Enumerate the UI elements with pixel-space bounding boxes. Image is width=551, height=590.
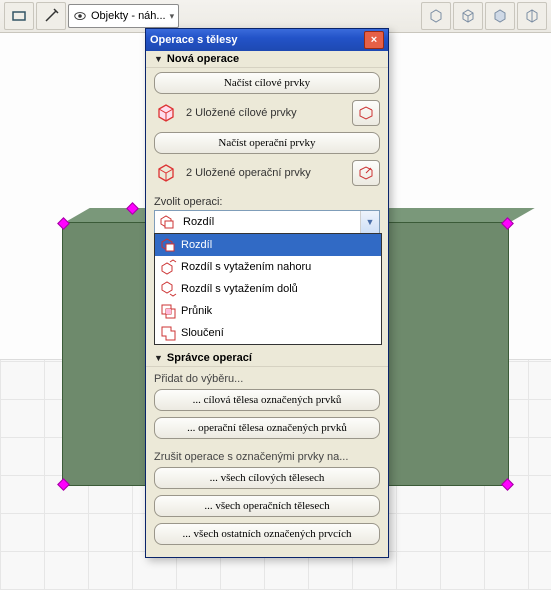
pick-ops-button[interactable] [352,160,380,186]
close-button[interactable]: × [364,31,384,49]
option-label: Průnik [181,305,212,317]
dialog-title: Operace s tělesy [150,34,237,46]
option-label: Rozdíl s vytažením dolů [181,283,298,295]
diff-up-icon [157,258,179,276]
cancel-operations-label: Zrušit operace s označenými prvky na... [154,445,380,467]
triangle-down-icon: ▼ [154,353,163,363]
triangle-down-icon: ▼ [154,54,163,64]
cancel-on-all-ops-button[interactable]: ... všech operačních tělesech [154,495,380,517]
view-cube-2-button[interactable] [453,2,483,30]
view-cube-1-button[interactable] [421,2,451,30]
cancel-on-all-others-button[interactable]: ... všech ostatních označených prvcích [154,523,380,545]
option-label: Rozdíl s vytažením nahoru [181,261,311,273]
choose-operation-label: Zvolit operaci: [154,192,380,210]
section-header-label: Správce operací [167,352,252,364]
option-difference-extrude-down[interactable]: Rozdíl s vytažením dolů [155,278,381,300]
option-difference[interactable]: Rozdíl [155,234,381,256]
add-to-selection-label: Přidat do výběru... [154,371,380,389]
stored-ops-text: 2 Uložené operační prvky [186,167,346,179]
option-difference-extrude-up[interactable]: Rozdíl s vytažením nahoru [155,256,381,278]
section-header-new-operation[interactable]: ▼ Nová operace [146,51,388,68]
operation-manager-panel: Přidat do výběru... ... cílová tělesa oz… [146,367,388,557]
chevron-down-icon: ▼ [366,217,375,227]
add-target-bodies-button[interactable]: ... cílová tělesa označených prvků [154,389,380,411]
option-union[interactable]: Sloučení [155,322,381,344]
stored-ops-row: 2 Uložené operační prvky [154,160,380,186]
intersection-icon [157,302,179,320]
stored-targets-row: 2 Uložené cílové prvky [154,100,380,126]
visibility-dropdown-label: Objekty - náh... [91,10,166,22]
combo-dropdown-button[interactable]: ▼ [360,211,379,233]
dialog-titlebar[interactable]: Operace s tělesy × [146,29,388,51]
visibility-dropdown[interactable]: Objekty - náh... ▾ [68,4,179,28]
stored-targets-text: 2 Uložené cílové prvky [186,107,346,119]
operation-combobox-popup: Rozdíl Rozdíl s vytažením nahoru Rozdíl … [154,233,382,345]
tool-rectangle-button[interactable] [4,2,34,30]
view-cube-4-button[interactable] [517,2,547,30]
add-operation-bodies-button[interactable]: ... operační tělesa označených prvků [154,417,380,439]
load-operation-elements-button[interactable]: Načíst operační prvky [154,132,380,154]
option-label: Sloučení [181,327,224,339]
section-header-operation-manager[interactable]: ▼ Správce operací [146,350,388,367]
section-header-label: Nová operace [167,53,239,65]
solid-operations-dialog: Operace s tělesy × ▼ Nová operace Načíst… [145,28,389,558]
union-icon [157,324,179,342]
view-cube-3-button[interactable] [485,2,515,30]
option-label: Rozdíl [181,239,212,251]
load-target-elements-button[interactable]: Načíst cílové prvky [154,72,380,94]
operation-solid-icon [154,161,180,185]
cancel-on-all-targets-button[interactable]: ... všech cílových tělesech [154,467,380,489]
option-intersection[interactable]: Průnik [155,300,381,322]
pick-targets-button[interactable] [352,100,380,126]
tool-wand-button[interactable] [36,2,66,30]
target-solid-icon [154,101,180,125]
new-operation-panel: Načíst cílové prvky 2 Uložené cílové prv… [146,68,388,240]
difference-icon [157,236,179,254]
chevron-down-icon: ▾ [170,11,175,22]
operation-combobox[interactable]: Rozdíl ▼ Rozdíl Rozdíl s vytažením nahor… [154,210,380,234]
combo-value: Rozdíl [179,216,360,228]
diff-down-icon [157,280,179,298]
eye-icon [73,9,87,23]
combo-icon [155,213,179,231]
